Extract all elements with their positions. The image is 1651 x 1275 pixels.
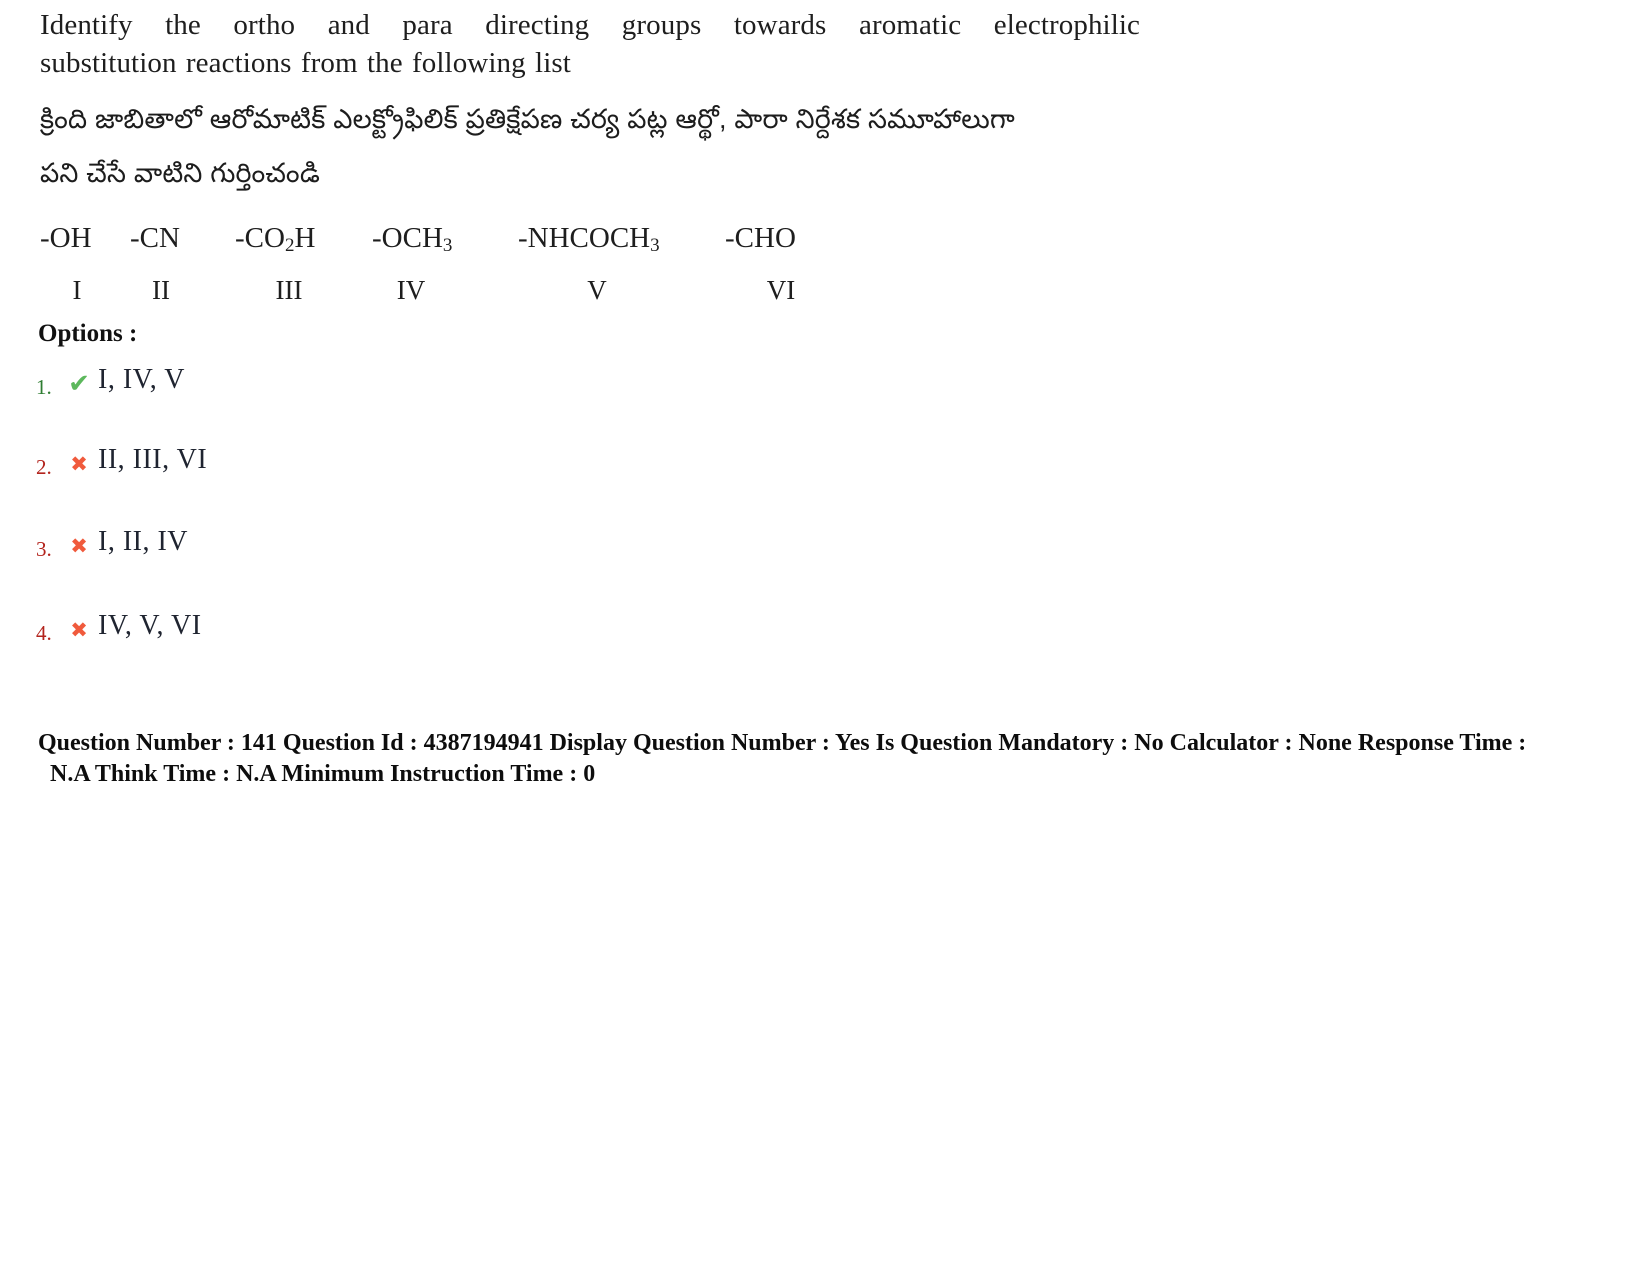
telugu-line-2: పని చేసే వాటిని గుర్తించండి bbox=[40, 158, 320, 188]
substituent-group-list: -OH -CN -CO2H -OCH3 -NHCOCH3 -CHO bbox=[40, 222, 860, 262]
group-formula-4: -OCH3 bbox=[372, 222, 453, 256]
telugu-line-1: క్రింది జాబితాలో ఆరోమాటిక్ ఎలక్ట్రోఫిలిక… bbox=[40, 104, 1015, 134]
group-formula-1: -OH bbox=[40, 222, 92, 254]
option-row-1[interactable]: 1. ✔ I, IV, V bbox=[36, 352, 676, 398]
group-formula-3: -CO2H bbox=[235, 222, 316, 256]
option-row-3[interactable]: 3. ✖ I, II, IV bbox=[36, 514, 676, 560]
group-numeral-2: II bbox=[152, 275, 170, 305]
metadata-line-2: N.A Think Time : N.A Minimum Instruction… bbox=[50, 761, 596, 787]
option-text-4: IV, V, VI bbox=[98, 610, 202, 641]
option-row-4[interactable]: 4. ✖ IV, V, VI bbox=[36, 598, 676, 644]
group-numeral-1: I bbox=[72, 275, 82, 305]
cross-icon: ✖ bbox=[70, 534, 88, 558]
option-number-4: 4. bbox=[36, 621, 52, 645]
metadata-line-1: Question Number : 141 Question Id : 4387… bbox=[38, 730, 1527, 756]
option-text-3: I, II, IV bbox=[98, 526, 189, 557]
option-text-1: I, IV, V bbox=[98, 364, 185, 395]
group-numeral-6: VI bbox=[766, 275, 796, 305]
option-number-1: 1. bbox=[36, 375, 52, 399]
cross-icon: ✖ bbox=[70, 452, 88, 476]
group-formula-6: -CHO bbox=[725, 222, 796, 254]
question-stem-line-2: substitution reactions from the followin… bbox=[40, 47, 571, 79]
check-icon: ✔ bbox=[68, 369, 90, 399]
option-number-2: 2. bbox=[36, 455, 52, 479]
option-number-3: 3. bbox=[36, 537, 52, 561]
group-numeral-3: III bbox=[275, 275, 303, 305]
question-stem-telugu: క్రింది జాబితాలో ఆరోమాటిక్ ఎలక్ట్రోఫిలిక… bbox=[40, 92, 1160, 200]
question-stem-english: Identify the ortho and para directing gr… bbox=[40, 6, 1140, 82]
question-page: Identify the ortho and para directing gr… bbox=[0, 0, 1651, 1275]
group-formula-2: -CN bbox=[130, 222, 180, 254]
cross-icon: ✖ bbox=[70, 618, 88, 642]
group-formula-5: -NHCOCH3 bbox=[518, 222, 660, 256]
group-numeral-4: IV bbox=[396, 275, 426, 305]
question-stem-line-1: Identify the ortho and para directing gr… bbox=[40, 9, 1140, 41]
substituent-numeral-list: I II III IV V VI bbox=[40, 275, 860, 311]
options-label: Options : bbox=[38, 320, 138, 347]
group-numeral-5: V bbox=[587, 275, 607, 305]
question-metadata: Question Number : 141 Question Id : 4387… bbox=[38, 728, 1528, 790]
option-row-2[interactable]: 2. ✖ II, III, VI bbox=[36, 432, 676, 478]
option-text-2: II, III, VI bbox=[98, 444, 208, 475]
